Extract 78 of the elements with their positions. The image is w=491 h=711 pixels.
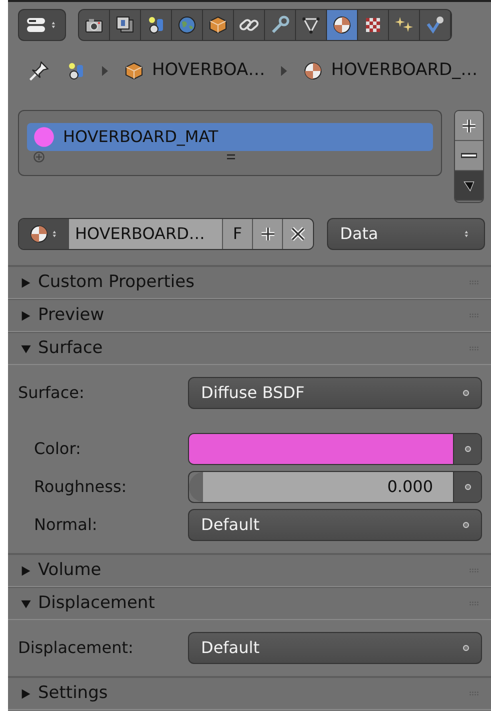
- drag-grip-icon: [469, 568, 479, 573]
- breadcrumb-label: HOVERBOARD_…: [331, 59, 478, 82]
- lamp-cylinder-icon: [146, 14, 166, 34]
- properties-tab[interactable]: [79, 10, 110, 40]
- field-label: Displacement:: [17, 637, 134, 659]
- material-ball-icon: [303, 61, 324, 81]
- material-ball-icon: [332, 14, 352, 34]
- unlink-button[interactable]: [283, 219, 313, 249]
- cube-icon: [124, 61, 144, 81]
- close-icon: [290, 226, 306, 242]
- plus-icon: [260, 226, 276, 242]
- link-dropdown[interactable]: Data: [327, 218, 485, 250]
- breadcrumb-arrow-icon: [102, 66, 108, 76]
- add-slot-button[interactable]: [455, 111, 483, 141]
- node-dropdown[interactable]: Default: [188, 509, 482, 541]
- panel-header[interactable]: Displacement: [8, 587, 491, 620]
- panel-header[interactable]: Preview: [8, 299, 491, 332]
- socket-icon: [463, 645, 469, 651]
- disclosure-triangle-icon: [20, 276, 32, 288]
- properties-tab[interactable]: [265, 10, 296, 40]
- properties-tab[interactable]: [327, 10, 358, 40]
- properties-tab[interactable]: [389, 10, 420, 40]
- breadcrumb-arrow-icon: [281, 66, 288, 76]
- slot-name: HOVERBOARD_MAT: [63, 126, 218, 148]
- images-icon: [115, 14, 135, 34]
- fake-user-button[interactable]: F: [223, 219, 253, 249]
- disclosure-triangle-icon: [20, 564, 32, 576]
- sphere-icon: [33, 126, 55, 148]
- globe-icon: [177, 14, 197, 34]
- check-ball-icon: [425, 14, 445, 34]
- socket-icon: [464, 446, 470, 452]
- drag-grip-icon: [469, 691, 479, 696]
- pin-icon: [28, 60, 50, 82]
- drag-grip-icon: [469, 313, 479, 318]
- color-swatch[interactable]: [189, 434, 453, 464]
- triangle-mesh-icon: [301, 14, 321, 34]
- disclosure-triangle-icon: [20, 342, 32, 354]
- field-label: Surface:: [17, 382, 86, 404]
- wrench-icon: [270, 14, 290, 34]
- field-label: Color:: [33, 438, 82, 460]
- socket-icon: [463, 522, 469, 528]
- remove-slot-button[interactable]: [455, 141, 483, 171]
- properties-tab[interactable]: [420, 10, 451, 40]
- minus-icon: [461, 153, 477, 158]
- properties-tab[interactable]: [110, 10, 141, 40]
- add-circle-icon: [33, 151, 45, 163]
- breadcrumb-label: HOVERBOA…: [152, 59, 266, 82]
- slot-menu-button[interactable]: [455, 171, 483, 201]
- properties-tab[interactable]: [141, 10, 172, 40]
- material-slot-item[interactable]: HOVERBOARD_MAT: [27, 123, 433, 151]
- node-dropdown[interactable]: Diffuse BSDF: [188, 377, 482, 409]
- material-ball-icon: [28, 224, 48, 244]
- down-triangle-icon: [463, 180, 475, 192]
- panel-header[interactable]: Custom Properties: [8, 266, 491, 299]
- disclosure-triangle-icon: [20, 310, 32, 322]
- disclosure-triangle-icon: [20, 598, 32, 610]
- panel-header[interactable]: Volume: [8, 554, 491, 587]
- lamp-cylinder-icon: [66, 61, 86, 81]
- field-label: Roughness:: [33, 476, 128, 498]
- properties-tab[interactable]: [203, 10, 234, 40]
- node-dropdown[interactable]: Default: [188, 632, 482, 664]
- panel-header[interactable]: Settings: [8, 677, 491, 710]
- properties-tab[interactable]: [358, 10, 389, 40]
- cube-icon: [208, 14, 228, 34]
- editor-type-button[interactable]: [18, 8, 66, 40]
- drag-grip-icon: [469, 601, 479, 606]
- drag-grip-icon: [469, 280, 479, 285]
- properties-tab[interactable]: [234, 10, 265, 40]
- plus-icon: [461, 118, 477, 134]
- disclosure-triangle-icon: [20, 688, 32, 700]
- panel-header[interactable]: Surface: [8, 332, 491, 365]
- material-name-field[interactable]: HOVERBOARD…: [69, 219, 223, 249]
- field-label: Normal:: [33, 514, 98, 536]
- new-material-button[interactable]: [253, 219, 283, 249]
- drag-grip-icon: [469, 346, 479, 351]
- material-browse-button[interactable]: [19, 219, 69, 249]
- socket-icon: [463, 390, 469, 396]
- properties-tab[interactable]: [296, 10, 327, 40]
